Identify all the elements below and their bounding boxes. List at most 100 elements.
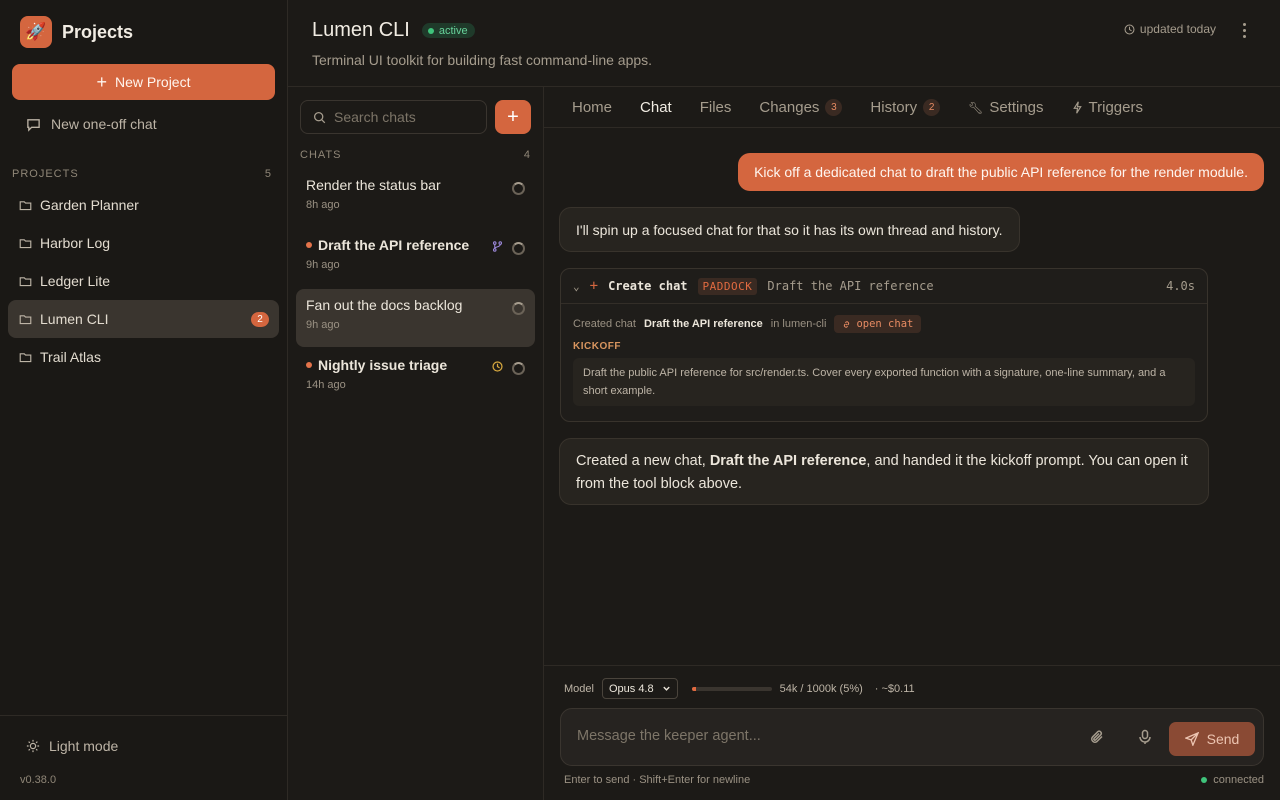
tab-label: Triggers [1088,99,1143,116]
cost-estimate: · ~$0.11 [874,682,915,695]
send-label: Send [1206,731,1240,747]
project-item-lumen-cli[interactable]: Lumen CLI 2 [8,300,279,338]
microphone-icon[interactable] [1137,729,1153,745]
chats-heading: CHATS 4 [300,149,531,161]
model-value: Opus 4.8 [608,682,654,695]
model-label: Model [564,682,594,695]
add-chat-button[interactable]: + [495,100,531,134]
new-oneoff-chat-label: New one-off chat [51,116,157,132]
project-badge: 2 [251,312,269,327]
tab-triggers[interactable]: Triggers [1072,87,1143,128]
folder-icon [19,200,32,210]
lightning-icon [1072,101,1082,114]
project-title-row: Lumen CLI active [312,19,475,42]
brand: 🚀 Projects [20,16,133,48]
link-icon [844,320,850,328]
tab-settings[interactable]: 🔧︎ Settings [968,87,1043,128]
status-dot-icon [427,27,434,34]
projects-count: 5 [264,168,272,180]
tab-label: Files [699,99,732,116]
light-mode-toggle[interactable]: Light mode [26,738,118,754]
chat-time: 8h ago [306,199,340,211]
unread-dot-icon [306,362,312,368]
open-chat-label: open chat [856,318,914,330]
running-spinner-icon [512,182,525,195]
tool-call-block: ⌄ + Create chat PADDOCK Draft the API re… [560,268,1208,422]
send-icon [1184,732,1199,746]
project-item-ledger-lite[interactable]: Ledger Lite [8,262,279,300]
chat-main: Home Chat Files Changes 3 History 2 🔧︎ S… [544,87,1280,800]
chat-item-nightly-issue-triage[interactable]: Nightly issue triage 14h ago [296,349,535,407]
model-select[interactable]: Opus 4.8 [601,678,678,699]
updated-indicator: updated today [1124,22,1216,36]
tool-name: Create chat [608,279,688,293]
assistant-message: I'll spin up a focused chat for that so … [559,207,1020,252]
search-chats-input[interactable]: Search chats [300,100,487,134]
project-name: Garden Planner [40,197,139,213]
project-item-garden-planner[interactable]: Garden Planner [8,186,279,224]
folder-icon [19,352,32,362]
running-spinner-icon [512,362,525,375]
kickoff-label: KICKOFF [573,341,621,352]
unread-dot-icon [306,242,312,248]
app-version: v0.38.0 [20,774,57,786]
send-button[interactable]: Send [1169,722,1255,756]
folder-icon [19,238,32,248]
message-text: Created a new chat, [576,453,710,469]
plus-icon: + [96,72,108,92]
tab-label: Changes [759,99,820,116]
message-input[interactable]: Message the keeper agent... [577,728,761,744]
created-chat-project: in lumen-cli [770,318,827,330]
tab-files[interactable]: Files [700,87,732,128]
search-icon [313,111,326,123]
chat-item-fan-out-docs-backlog[interactable]: Fan out the docs backlog 9h ago [296,289,535,347]
branch-icon [492,241,503,252]
chat-time: 14h ago [306,379,346,391]
tool-duration: 4.0s [1166,279,1195,293]
chevron-down-icon[interactable]: ⌄ [573,280,580,293]
chat-item-draft-api-reference[interactable]: Draft the API reference 9h ago [296,229,535,287]
created-prefix: Created chat [573,318,636,330]
new-project-button[interactable]: + New Project [12,64,275,100]
chat-bubble-icon [27,118,40,132]
tab-chat[interactable]: Chat [640,87,672,128]
new-project-label: New Project [115,74,191,90]
created-chat-name: Draft the API reference [643,318,763,330]
tab-bar: Home Chat Files Changes 3 History 2 🔧︎ S… [544,87,1280,128]
tab-home[interactable]: Home [572,87,612,128]
composer-area: Model Opus 4.8 54k / 1000k (5%) · ~$0.11… [544,665,1280,800]
connection-status: connected [1201,774,1264,786]
project-name: Trail Atlas [40,349,101,365]
open-chat-link[interactable]: open chat [834,315,922,333]
chat-list-panel: Search chats + CHATS 4 Render the status… [288,87,544,800]
light-mode-label: Light mode [49,738,119,754]
project-item-harbor-log[interactable]: Harbor Log [8,224,279,262]
status-label: active [438,24,468,37]
projects-heading-label: PROJECTS [12,168,79,180]
chat-title-row: Fan out the docs backlog [306,297,525,313]
tool-call-header[interactable]: ⌄ + Create chat PADDOCK Draft the API re… [561,269,1207,304]
paperclip-icon[interactable] [1089,729,1105,745]
token-usage: 54k / 1000k (5%) [779,682,863,695]
project-item-trail-atlas[interactable]: Trail Atlas [8,338,279,376]
chat-item-render-status-bar[interactable]: Render the status bar 8h ago [296,169,535,227]
message-chat-name: Draft the API reference [709,453,867,469]
project-header: Lumen CLI active Terminal UI toolkit for… [288,0,1280,87]
chats-count: 4 [523,149,531,161]
more-options-icon[interactable] [1240,20,1248,40]
tab-changes[interactable]: Changes 3 [759,87,843,128]
chat-title: Draft the API reference [318,237,470,253]
message-composer[interactable]: Message the keeper agent... Send [560,708,1264,766]
project-title: Lumen CLI [312,19,410,41]
new-oneoff-chat-button[interactable]: New one-off chat [26,113,157,135]
status-badge: active [421,23,475,38]
chat-time: 9h ago [306,259,340,271]
composer-hint: Enter to send · Shift+Enter for newline [564,774,751,786]
folder-icon [19,314,32,324]
sidebar: 🚀 Projects + New Project New one-off cha… [0,0,288,800]
project-name: Lumen CLI [40,311,109,327]
tab-history[interactable]: History 2 [870,87,941,128]
project-name: Harbor Log [40,235,111,251]
tool-tag: PADDOCK [697,277,758,295]
wrench-icon: 🔧︎ [968,100,984,115]
